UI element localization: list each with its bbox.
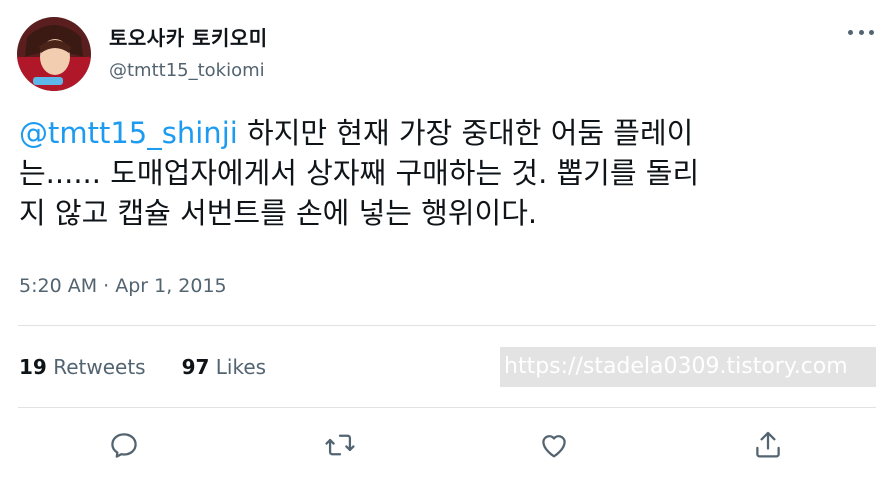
reply-icon xyxy=(111,433,137,458)
divider xyxy=(18,407,876,408)
share-icon xyxy=(756,431,780,458)
mention-link[interactable]: @tmtt15_shinji xyxy=(19,116,238,150)
retweets-stat[interactable]: 19 Retweets xyxy=(19,355,146,379)
tweet-line-3: 지 않고 캡슐 서번트를 손에 넣는 행위이다. xyxy=(19,196,538,230)
more-options-icon[interactable] xyxy=(848,22,874,42)
likes-label: Likes xyxy=(215,355,267,379)
avatar-image xyxy=(17,17,91,91)
avatar[interactable] xyxy=(17,17,91,91)
tweet-timestamp[interactable]: 5:20 AM · Apr 1, 2015 xyxy=(19,275,227,297)
tweet-actions xyxy=(0,420,894,470)
divider xyxy=(18,325,876,326)
tweet-line-2: 는...... 도매업자에게서 상자째 구매하는 것. 뽑기를 돌리 xyxy=(19,156,700,190)
heart-icon xyxy=(542,435,566,458)
user-handle[interactable]: @tmtt15_tokiomi xyxy=(109,60,265,81)
display-name[interactable]: 토오사카 토키오미 xyxy=(109,22,268,51)
like-button[interactable] xyxy=(537,428,571,462)
watermark: https://stadela0309.tistory.com xyxy=(500,347,876,387)
retweet-icon xyxy=(325,434,355,456)
tweet-stats: 19 Retweets 97 Likes xyxy=(19,355,266,379)
retweets-label: Retweets xyxy=(53,355,146,379)
retweets-count: 19 xyxy=(19,355,47,379)
retweet-button[interactable] xyxy=(323,428,357,462)
likes-count: 97 xyxy=(181,355,210,379)
share-button[interactable] xyxy=(751,428,785,462)
tweet-line-1: @tmtt15_shinji 하지만 현재 가장 중대한 어둠 플레이 xyxy=(19,113,879,153)
reply-button[interactable] xyxy=(107,428,141,462)
tweet-text: @tmtt15_shinji 하지만 현재 가장 중대한 어둠 플레이 는...… xyxy=(19,113,879,233)
tweet-line-1-text: 하지만 현재 가장 중대한 어둠 플레이 xyxy=(237,116,694,150)
likes-stat[interactable]: 97 Likes xyxy=(182,355,267,379)
